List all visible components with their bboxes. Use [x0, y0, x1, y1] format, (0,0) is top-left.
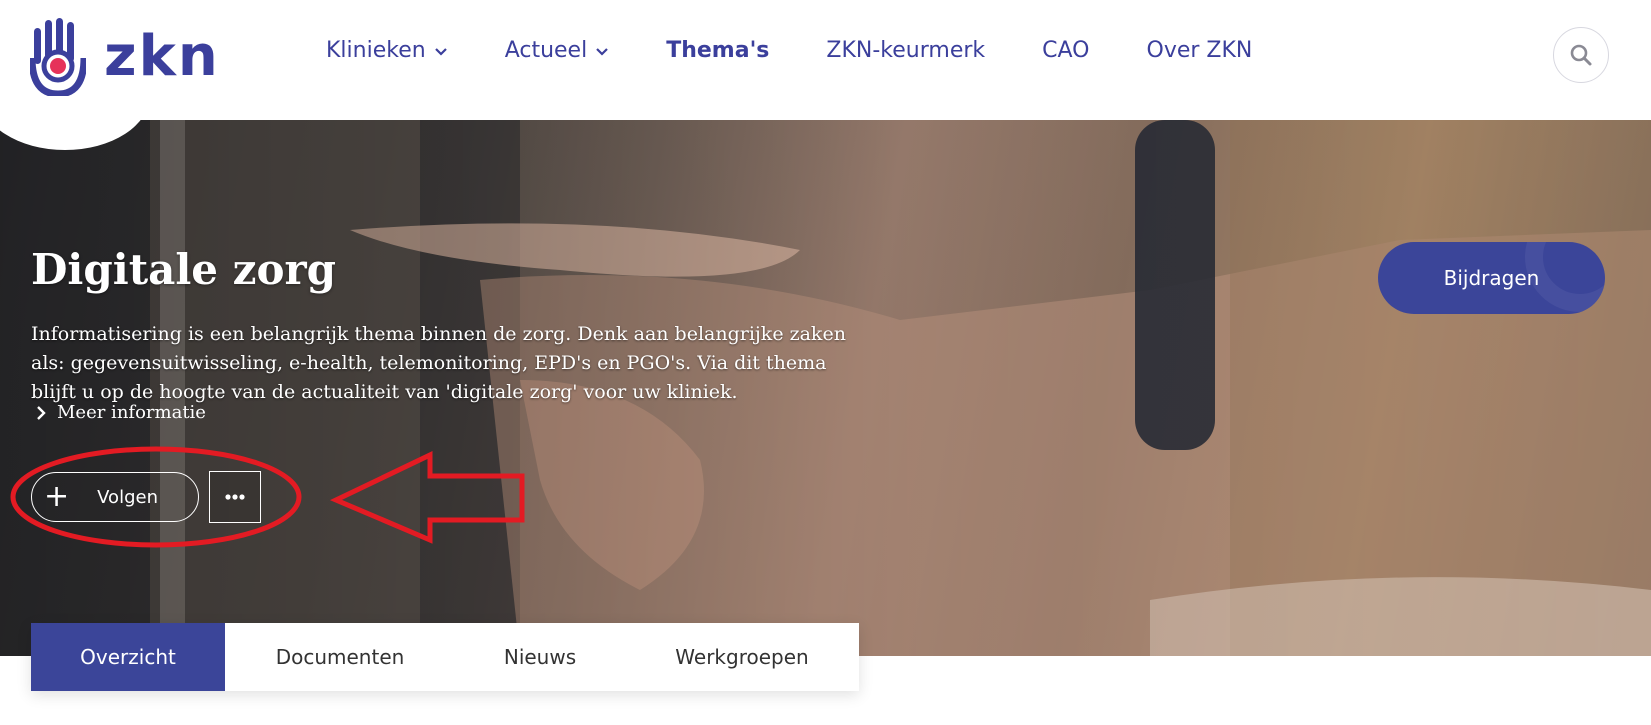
- nav-item-zkn-keurmerk[interactable]: ZKN-keurmerk: [826, 38, 985, 63]
- contribute-label: Bijdragen: [1443, 266, 1540, 290]
- more-info-label: Meer informatie: [57, 402, 206, 423]
- more-info-link[interactable]: Meer informatie: [35, 402, 206, 423]
- nav-item-label: ZKN-keurmerk: [826, 38, 986, 63]
- chevron-right-icon: [37, 405, 46, 420]
- nav-item-klinieken[interactable]: Klinieken: [326, 38, 448, 63]
- button-decoration: [1525, 242, 1605, 312]
- page-title: Digitale zorg: [31, 245, 336, 294]
- logo-wordmark: zkn: [104, 24, 220, 89]
- chevron-down-icon: [596, 47, 608, 56]
- main-nav: Klinieken Actueel Thema's ZKN-keurmerk C…: [326, 38, 1309, 63]
- nav-item-label: Klinieken: [326, 38, 426, 63]
- follow-label: Volgen: [97, 486, 158, 508]
- theme-description: Informatisering is een belangrijk thema …: [31, 323, 846, 403]
- plus-icon: +: [44, 479, 70, 514]
- nav-item-label: Over ZKN: [1146, 38, 1253, 63]
- tab-nieuws[interactable]: Nieuws: [455, 623, 625, 691]
- nav-item-label: Actueel: [504, 38, 588, 63]
- site-header: zkn Klinieken Actueel Thema's ZKN-keurme…: [0, 0, 1651, 120]
- contribute-button[interactable]: Bijdragen: [1378, 242, 1605, 314]
- tab-overzicht[interactable]: Overzicht: [31, 623, 225, 691]
- nav-item-actueel[interactable]: Actueel: [505, 38, 610, 63]
- hand-logo-icon: [30, 18, 86, 96]
- tab-documenten[interactable]: Documenten: [225, 623, 455, 691]
- nav-item-label: CAO: [1042, 38, 1090, 63]
- tab-werkgroepen[interactable]: Werkgroepen: [625, 623, 859, 691]
- nav-item-cao[interactable]: CAO: [1042, 38, 1089, 63]
- search-icon: [1570, 44, 1592, 66]
- search-button[interactable]: [1553, 27, 1609, 83]
- ellipsis-icon: [225, 494, 245, 500]
- more-options-button[interactable]: [209, 471, 261, 523]
- nav-item-over-zkn[interactable]: Over ZKN: [1147, 38, 1253, 63]
- hero-banner: Digitale zorg Informatisering is een bel…: [0, 120, 1651, 656]
- theme-tabs: Overzicht Documenten Nieuws Werkgroepen: [31, 623, 859, 691]
- nav-item-themas[interactable]: Thema's: [666, 38, 769, 63]
- site-logo[interactable]: zkn: [30, 18, 220, 96]
- follow-button[interactable]: + Volgen: [31, 472, 199, 522]
- nav-item-label: Thema's: [666, 38, 770, 63]
- chevron-down-icon: [434, 47, 447, 56]
